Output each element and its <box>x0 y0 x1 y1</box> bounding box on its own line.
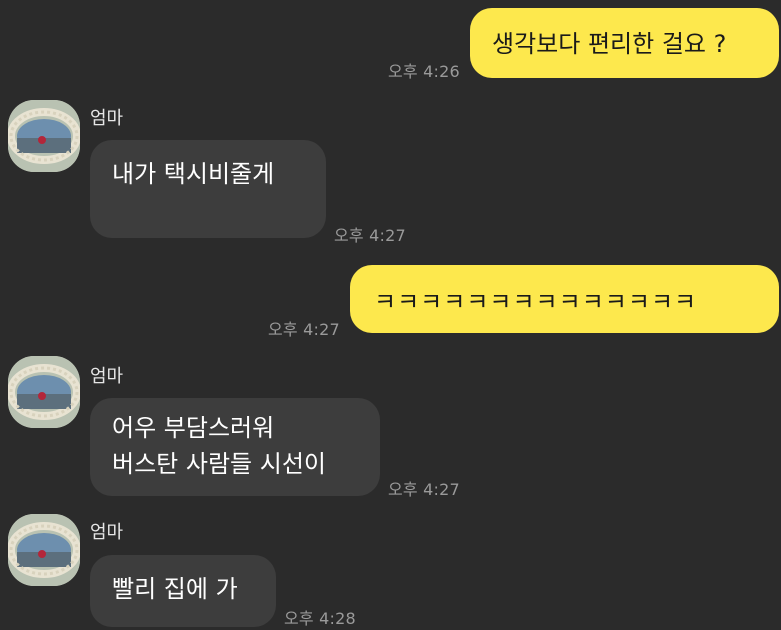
avatar[interactable] <box>8 100 80 172</box>
message-time: 오후 4:27 <box>388 480 460 499</box>
message-text: 내가 택시비줄게 <box>112 160 275 188</box>
message-text: 빨리 집에 가 <box>112 575 238 603</box>
message-text: 생각보다 편리한 걸요 ? <box>492 30 727 58</box>
profile-photo-icon <box>8 514 80 586</box>
message-line: 어우 부담스러워 <box>112 414 275 442</box>
sender-name: 엄마 <box>90 108 124 129</box>
message-time: 오후 4:28 <box>284 609 356 628</box>
incoming-message-bubble[interactable]: 어우 부담스러워 버스탄 사람들 시선이 <box>90 398 380 496</box>
incoming-message-bubble[interactable]: 빨리 집에 가 <box>90 555 276 627</box>
profile-photo-icon <box>8 100 80 172</box>
sender-name: 엄마 <box>90 522 124 543</box>
message-text: ㅋㅋㅋㅋㅋㅋㅋㅋㅋㅋㅋㅋㅋㅋ <box>374 288 698 316</box>
message-line: 버스탄 사람들 시선이 <box>112 450 326 478</box>
message-time: 오후 4:26 <box>388 62 460 81</box>
profile-photo-icon <box>8 356 80 428</box>
avatar[interactable] <box>8 356 80 428</box>
message-time: 오후 4:27 <box>334 226 406 245</box>
message-time: 오후 4:27 <box>268 320 340 339</box>
sender-name: 엄마 <box>90 366 124 387</box>
outgoing-message-bubble[interactable]: 생각보다 편리한 걸요 ? <box>470 8 779 78</box>
incoming-message-bubble[interactable]: 내가 택시비줄게 <box>90 140 326 238</box>
outgoing-message-bubble[interactable]: ㅋㅋㅋㅋㅋㅋㅋㅋㅋㅋㅋㅋㅋㅋ <box>350 265 779 333</box>
avatar[interactable] <box>8 514 80 586</box>
